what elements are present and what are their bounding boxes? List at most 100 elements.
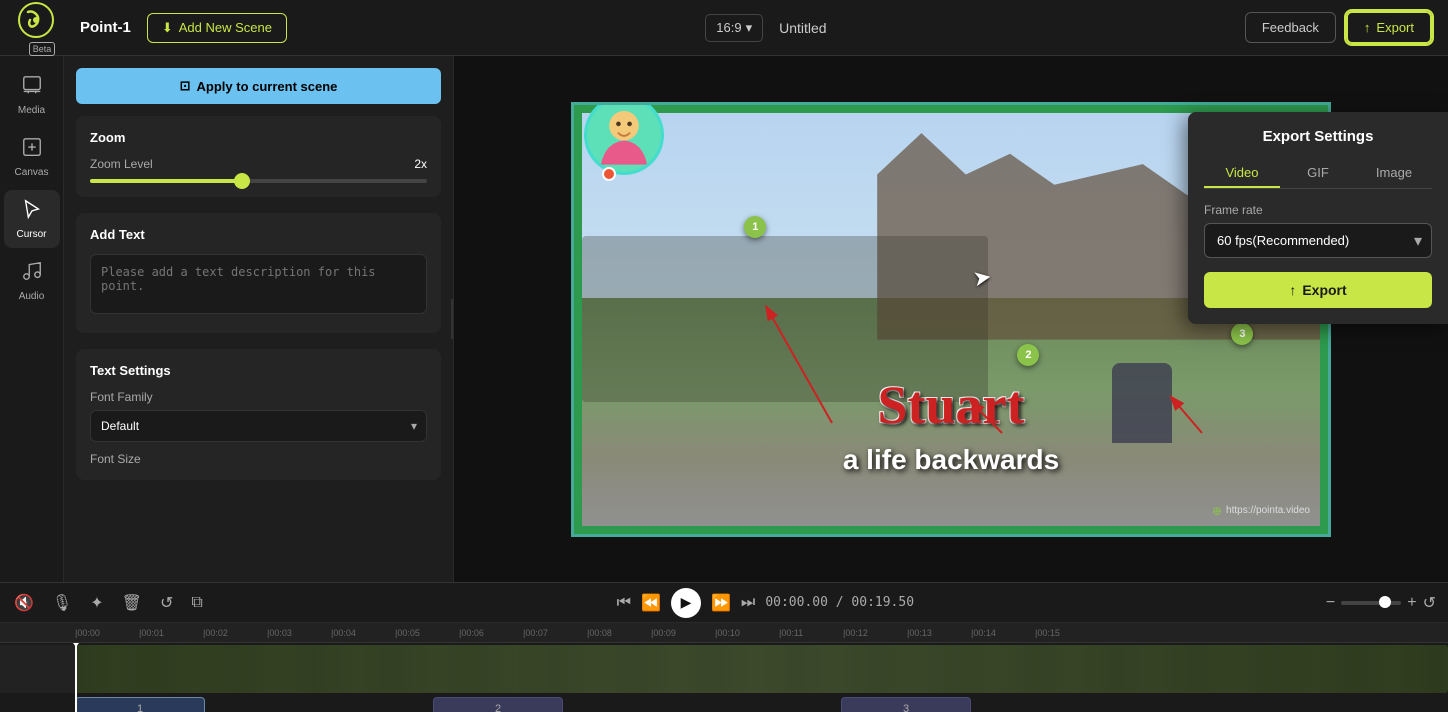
audio-icon [21,260,43,287]
scene-block-3[interactable]: 3 [841,697,971,712]
undo-button[interactable]: ↺ [158,591,175,615]
logo-wrapper: Beta [16,0,68,56]
sidebar-item-audio[interactable]: Audio [4,252,60,310]
timeline-ruler: |00:00 |00:01 |00:02 |00:03 |00:04 |00:0… [0,623,1448,643]
zoom-slider[interactable] [90,179,427,183]
zoom-slider-track [90,179,427,183]
sidebar-item-media[interactable]: Media [4,66,60,124]
font-family-select[interactable]: Default Arial Georgia Helvetica Times Ne… [90,410,427,442]
zoom-title: Zoom [90,130,427,145]
export-button[interactable]: ↑ Export [1346,11,1432,44]
sidebar-audio-label: Audio [19,291,45,302]
ruler-mark-6: |00:06 [459,628,523,638]
scene-title: Untitled [779,20,826,36]
export-icon: ↑ [1364,20,1371,35]
beta-badge: Beta [29,42,56,56]
apply-to-scene-button[interactable]: ⊡ Apply to current scene [76,68,441,104]
app-logo [16,0,56,40]
ruler-mark-2: |00:02 [203,628,267,638]
zoom-reset-button[interactable]: ↺ [1423,593,1436,613]
feedback-button[interactable]: Feedback [1245,12,1336,43]
step-forward-button[interactable]: ⏩ [711,593,731,613]
text-settings-title: Text Settings [90,363,427,378]
top-bar: Beta Point-1 ⬇ Add New Scene 16:9 ▾ Unti… [0,0,1448,56]
canvas-icon [21,136,43,163]
play-controls: ⏮ ⏪ ▶ ⏩ ⏭ 00:00.00 / 00:19.50 [219,588,1312,618]
export-tab-gif[interactable]: GIF [1280,159,1356,188]
next-button[interactable]: ⏭ [741,594,755,612]
export-tab-video[interactable]: Video [1204,159,1280,188]
main-area: Media Canvas Cursor [0,56,1448,582]
add-new-scene-button[interactable]: ⬇ Add New Scene [147,13,287,43]
sidebar-cursor-label: Cursor [16,229,46,240]
export-panel-title: Export Settings [1204,128,1432,145]
zoom-in-button[interactable]: + [1407,594,1416,612]
sidebar-item-cursor[interactable]: Cursor [4,190,60,248]
export-action-button[interactable]: ↑ Export [1204,272,1432,308]
timeline-tracks: 1 2 3 [0,643,1448,712]
video-title-text: Stuart [878,374,1025,436]
ruler-mark-14: |00:14 [971,628,1035,638]
avatar [584,102,664,175]
step-back-button[interactable]: ⏪ [641,593,661,613]
ruler-mark-11: |00:11 [779,628,843,638]
scene-block-1[interactable]: 1 [75,697,205,712]
zoom-controls: − + ↺ [1326,593,1436,613]
watermark: ⊕ https://pointa.video [1212,504,1310,518]
zoom-level-value: 2x [414,157,427,171]
font-family-label: Font Family [90,390,427,404]
text-settings-section: Text Settings Font Family Default Arial … [76,349,441,480]
font-family-select-wrapper: Default Arial Georgia Helvetica Times Ne… [90,410,427,442]
scene-block-2[interactable]: 2 [433,697,563,712]
mic-button[interactable]: 🎙 [50,591,74,615]
video-subtitle-text: a life backwards [843,444,1059,476]
ruler-marks-container: |00:00 |00:01 |00:02 |00:03 |00:04 |00:0… [75,628,1099,638]
left-panel: ⊡ Apply to current scene Zoom Zoom Level… [64,56,454,582]
zoom-out-button[interactable]: − [1326,594,1335,612]
ruler-mark-13: |00:13 [907,628,971,638]
top-right: Feedback ↑ Export [1245,11,1432,44]
export-tab-image[interactable]: Image [1356,159,1432,188]
timeline-controls: 🔇 🎙 ✦ 🗑 ↺ ⧉ ⏮ ⏪ ▶ ⏩ ⏭ 00:00.00 / 00:19.5… [0,583,1448,623]
zoom-slider-thumb[interactable] [234,173,250,189]
add-text-title: Add Text [90,227,427,242]
export-settings-panel: Export Settings Video GIF Image Frame ra… [1188,112,1448,324]
export-action-icon: ↑ [1289,282,1296,298]
redo-button[interactable]: ⧉ [189,592,204,614]
playhead[interactable] [75,643,77,712]
add-text-input[interactable] [90,254,427,314]
scenes-track: 1 2 3 [0,695,1448,712]
project-title: Point-1 [80,19,131,36]
top-center: 16:9 ▾ Untitled [287,14,1245,42]
prev-button[interactable]: ⏮ [617,594,631,612]
effects-button[interactable]: ✦ [88,591,105,615]
frame-rate-select-wrapper: 30 fps 60 fps(Recommended) 24 fps ▾ [1204,223,1432,258]
sidebar-item-canvas[interactable]: Canvas [4,128,60,186]
avatar-pin [602,167,616,181]
thumbnail-strip [75,645,1448,693]
frame-rate-label: Frame rate [1204,203,1432,217]
font-size-label: Font Size [90,452,427,466]
mute-button[interactable]: 🔇 [12,591,36,615]
video-track [0,645,1448,693]
zoom-level-label: Zoom Level [90,157,153,171]
timeline-zoom-slider[interactable] [1341,601,1401,605]
video-strip [75,645,1448,693]
add-scene-icon: ⬇ [162,20,173,36]
ruler-mark-9: |00:09 [651,628,715,638]
timeline-zoom-thumb[interactable] [1379,596,1391,608]
delete-segment-button[interactable]: 🗑 [120,591,144,615]
ruler-mark-12: |00:12 [843,628,907,638]
frame-rate-select[interactable]: 30 fps 60 fps(Recommended) 24 fps [1204,223,1432,258]
aspect-ratio-button[interactable]: 16:9 ▾ [705,14,763,42]
zoom-level-row: Zoom Level 2x [90,157,427,171]
play-button[interactable]: ▶ [671,588,701,618]
thumb-strip-inner [75,645,1448,693]
add-text-section: Add Text [76,213,441,333]
ruler-mark-8: |00:08 [587,628,651,638]
cursor-icon [21,198,43,225]
apply-icon: ⊡ [180,78,191,94]
sidebar-canvas-label: Canvas [15,167,49,178]
ruler-mark-7: |00:07 [523,628,587,638]
ruler-mark-1: |00:01 [139,628,203,638]
